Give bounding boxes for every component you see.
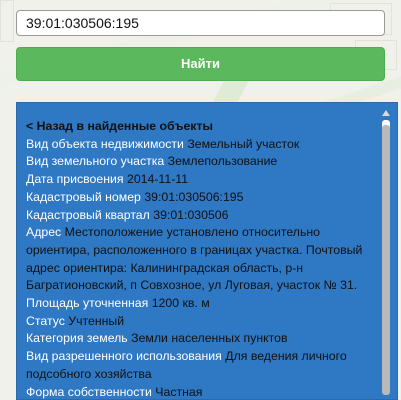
find-button[interactable]: Найти <box>16 47 385 81</box>
info-value: 1200 кв. м <box>151 296 210 311</box>
cadastral-search-input[interactable] <box>16 10 385 36</box>
info-value: Учтенный <box>68 313 125 328</box>
info-row-status: Статус Учтенный <box>26 313 374 331</box>
info-row-cadastral-quarter: Кадастровый квартал 39:01:030506 <box>26 207 374 225</box>
info-label: Кадастровый квартал <box>26 207 150 222</box>
info-value: 39:01:030506:195 <box>144 189 244 204</box>
map-parcel <box>0 0 14 42</box>
back-to-results-link[interactable]: < Назад в найденные объекты <box>26 118 374 136</box>
info-row-cadastral-number: Кадастровый номер 39:01:030506:195 <box>26 189 374 207</box>
scroll-up-arrow-icon[interactable] <box>382 110 390 116</box>
info-row-address: Адрес Местоположение установлено относит… <box>26 224 374 295</box>
info-label: Форма собственности <box>26 384 152 399</box>
info-value: 2014-11-11 <box>126 172 189 187</box>
info-value: Местоположение установлено относительно … <box>26 225 363 293</box>
object-info-content: < Назад в найденные объекты Вид объекта … <box>26 118 374 399</box>
info-value: Частная <box>155 384 203 399</box>
info-label: Вид разрешенного использования <box>26 349 222 364</box>
info-label: Дата присвоения <box>26 172 124 187</box>
info-value: Земельный участок <box>187 136 300 151</box>
panel-scrollbar[interactable] <box>379 110 393 398</box>
info-row-area: Площадь уточненная 1200 кв. м <box>26 295 374 313</box>
info-label: Вид объекта недвижимости <box>26 136 184 151</box>
info-value: Землепользование <box>167 154 278 169</box>
info-value: 39:01:030506 <box>153 207 229 222</box>
scrollbar-thumb[interactable] <box>382 125 390 395</box>
info-row-permitted-use: Вид разрешенного использования Для веден… <box>26 348 374 383</box>
info-row-ownership: Форма собственности Частная <box>26 384 374 399</box>
info-label: Категория земель <box>26 331 128 346</box>
info-row-object-type: Вид объекта недвижимости Земельный участ… <box>26 136 374 154</box>
info-row-assign-date: Дата присвоения 2014-11-11 <box>26 171 374 189</box>
info-label: Кадастровый номер <box>26 189 141 204</box>
object-info-panel: < Назад в найденные объекты Вид объекта … <box>16 102 398 400</box>
info-label: Площадь уточненная <box>26 296 149 311</box>
info-label: Вид земельного участка <box>26 154 165 169</box>
info-row-land-category: Категория земель Земли населенных пункто… <box>26 330 374 348</box>
info-label: Статус <box>26 313 65 328</box>
info-label: Адрес <box>26 225 62 240</box>
info-value: Земли населенных пунктов <box>131 331 288 346</box>
info-row-land-type: Вид земельного участка Землепользование <box>26 153 374 171</box>
